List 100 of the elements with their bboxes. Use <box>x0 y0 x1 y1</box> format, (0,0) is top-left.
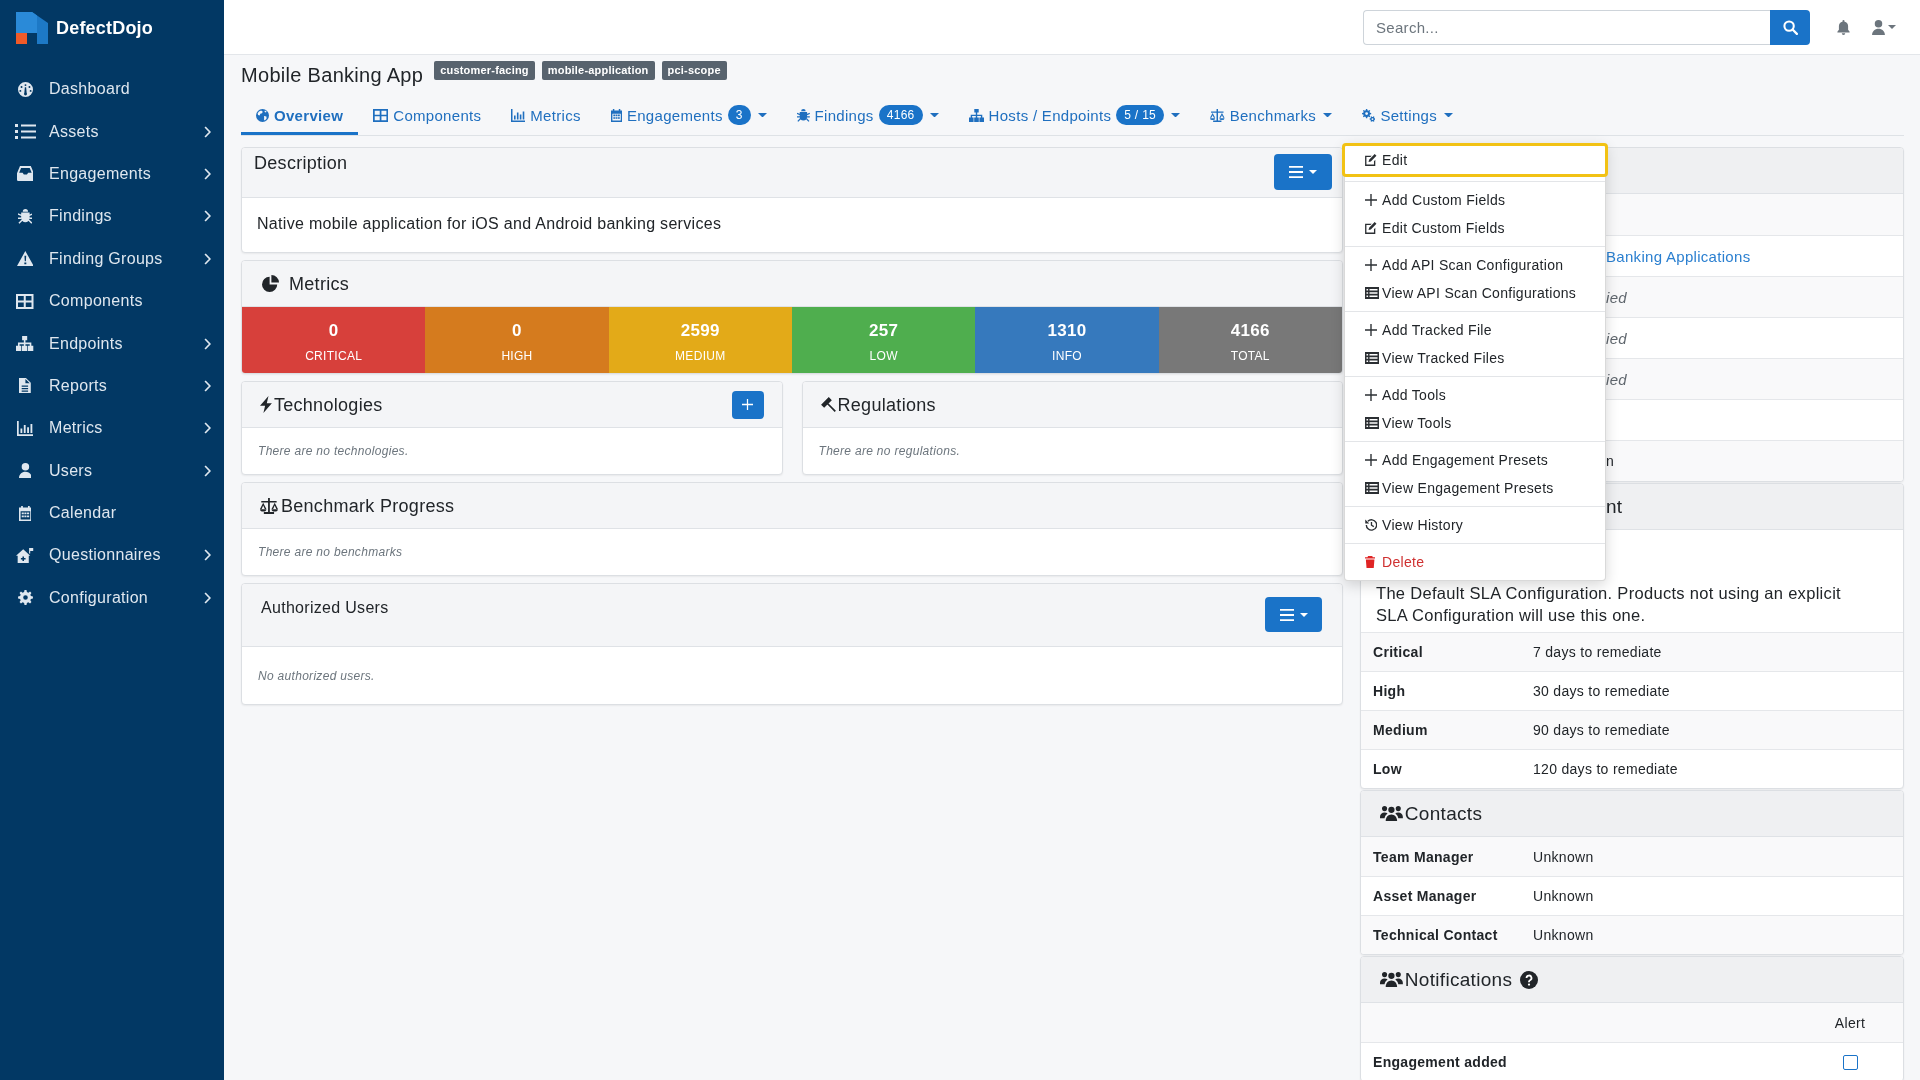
asset-title: Mobile Banking App <box>241 63 424 88</box>
card-title: Authorized Users <box>261 598 389 618</box>
chevron-right-icon <box>204 422 211 435</box>
bell-icon[interactable] <box>1837 19 1850 35</box>
sidebar-item[interactable]: Metrics <box>0 407 224 450</box>
sidebar-item[interactable]: Endpoints <box>0 322 224 365</box>
chevron-right-icon <box>204 337 211 350</box>
user-icon <box>18 463 32 479</box>
sidebar-item[interactable]: Engagements <box>0 152 224 196</box>
card-title: Notifications <box>1404 967 1513 992</box>
tab[interactable]: Components <box>358 95 497 135</box>
count-badge: 5 / 15 <box>1116 105 1165 125</box>
row-label: Medium <box>1373 722 1429 738</box>
search-button[interactable] <box>1770 9 1810 45</box>
plus-icon <box>1365 194 1377 206</box>
chevron-right-icon <box>204 549 211 562</box>
row-label: High <box>1373 683 1407 699</box>
sidebar-item[interactable]: Assets <box>0 110 224 153</box>
row-label: Critical <box>1373 644 1424 660</box>
list-icon <box>14 124 36 140</box>
metric-value: 1310 <box>1047 320 1087 342</box>
help-icon[interactable] <box>1520 970 1539 989</box>
calendar-icon <box>610 108 622 122</box>
row-value: Unknown <box>1533 927 1595 943</box>
chevron-right-icon <box>204 591 211 604</box>
gavel-icon <box>820 397 836 412</box>
sidebar-item[interactable]: Configuration <box>0 576 224 620</box>
sidebar-item[interactable]: Finding Groups <box>0 237 224 280</box>
options-button[interactable] <box>1274 154 1332 190</box>
house-icon <box>16 548 34 563</box>
user-icon[interactable] <box>1872 19 1885 35</box>
plus-icon <box>1365 454 1377 466</box>
chevron-right-icon <box>204 125 211 138</box>
checkbox[interactable] <box>1842 1054 1858 1070</box>
metric-label: TOTAL <box>1230 349 1270 363</box>
metric-label: MEDIUM <box>675 349 726 363</box>
tab[interactable]: Settings <box>1347 95 1469 135</box>
add-button[interactable] <box>731 390 764 419</box>
sla-description: The Default SLA Configuration. Products not using an explicit SLA Configuration will use this one. <box>1376 583 1842 626</box>
sidebar-item[interactable]: Calendar <box>0 491 224 535</box>
metric-value: 4166 <box>1230 320 1270 342</box>
search-icon <box>1782 19 1798 35</box>
column-header: Alert <box>1833 1014 1867 1031</box>
menu-item[interactable]: View Tools <box>1345 409 1605 437</box>
card-title: Benchmark Progress <box>280 494 455 517</box>
tab[interactable]: Metrics <box>496 95 596 135</box>
menu-item[interactable]: Add Tools <box>1345 381 1605 409</box>
row-label: Asset Manager <box>1373 888 1478 904</box>
list-box-icon <box>1365 482 1379 494</box>
plus-icon <box>1365 259 1377 271</box>
menu-icon <box>1289 166 1303 178</box>
count-badge: 3 <box>727 105 751 125</box>
caret-icon <box>929 112 939 118</box>
caret-icon <box>1309 170 1317 174</box>
metric-label: LOW <box>869 349 898 363</box>
menu-item[interactable]: View Tracked Files <box>1345 344 1605 372</box>
menu-item[interactable]: Add Custom Fields <box>1345 186 1605 214</box>
tab[interactable]: Benchmarks <box>1195 95 1347 135</box>
scale-icon <box>1210 108 1225 122</box>
tab[interactable]: Findings 4166 <box>781 95 954 135</box>
scale-icon <box>260 497 278 514</box>
sidebar-item[interactable]: Users <box>0 449 224 492</box>
sidebar-item[interactable]: Findings <box>0 195 224 238</box>
metric-label: CRITICAL <box>305 349 363 363</box>
menu-item[interactable]: Delete <box>1345 548 1605 576</box>
options-button[interactable] <box>1265 597 1322 632</box>
users-icon <box>1380 972 1403 987</box>
empty-message: There are no benchmarks <box>257 544 404 561</box>
menu-item[interactable]: View API Scan Configurations <box>1345 279 1605 307</box>
menu-item[interactable]: Edit Custom Fields <box>1345 214 1605 242</box>
caret-icon[interactable] <box>1888 25 1896 29</box>
search-field[interactable]: Search... <box>1363 9 1770 45</box>
bolt-icon <box>260 396 272 413</box>
sidebar-item[interactable]: Dashboard <box>0 68 224 111</box>
menu-item[interactable]: Add Tracked File <box>1345 316 1605 344</box>
pie-chart-icon <box>262 275 279 292</box>
menu-item[interactable]: View History <box>1345 511 1605 539</box>
empty-message: There are no regulations. <box>817 443 962 460</box>
menu-item[interactable]: Edit <box>1342 143 1608 177</box>
sitemap-icon <box>16 336 34 352</box>
bug-icon <box>796 108 810 122</box>
sidebar-item[interactable]: Questionnaires <box>0 534 224 577</box>
sidebar-item[interactable]: Components <box>0 279 224 323</box>
grid-icon <box>16 293 34 309</box>
document-icon <box>19 378 31 394</box>
metric-value: 0 <box>512 320 522 342</box>
card-title: Metrics <box>289 272 350 295</box>
tab[interactable]: Engagements 3 <box>595 95 782 135</box>
menu-item[interactable]: View Engagement Presets <box>1345 474 1605 502</box>
caret-icon <box>1299 612 1308 617</box>
link[interactable]: Banking Applications <box>1606 247 1891 265</box>
menu-item[interactable]: Add API Scan Configuration <box>1345 251 1605 279</box>
row-label: Engagement added <box>1373 1054 1508 1070</box>
sidebar-item[interactable]: Reports <box>0 364 224 408</box>
tab[interactable]: Hosts / Endpoints 5 / 15 <box>953 95 1196 135</box>
tag: mobile-application <box>541 61 655 80</box>
menu-item[interactable]: Add Engagement Presets <box>1345 446 1605 474</box>
metric-label: HIGH <box>501 349 533 363</box>
empty-message: No authorized users. <box>257 668 376 685</box>
tab[interactable]: Overview <box>241 95 359 135</box>
